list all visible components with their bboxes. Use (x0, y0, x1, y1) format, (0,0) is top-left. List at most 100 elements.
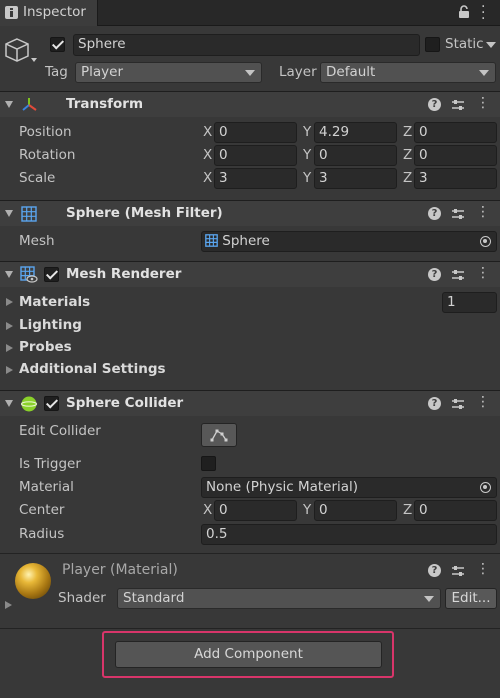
add-component-button[interactable]: Add Component (115, 641, 382, 668)
position-y-field[interactable]: 4.29 (314, 122, 397, 143)
materials-label[interactable]: Materials (19, 294, 90, 310)
info-icon (5, 6, 18, 19)
lock-icon[interactable] (458, 5, 470, 19)
mesh-renderer-title: Mesh Renderer (66, 266, 182, 282)
help-icon[interactable]: ? (428, 268, 441, 281)
mesh-grid-icon (205, 234, 218, 247)
rotation-x-field[interactable]: 0 (214, 145, 297, 166)
rotation-y-field[interactable]: 0 (314, 145, 397, 166)
axis-x-label: X (203, 502, 213, 518)
chevron-down-icon (424, 596, 434, 602)
presets-sliders-icon[interactable] (451, 98, 465, 112)
gameobject-active-checkbox[interactable] (50, 37, 65, 52)
position-label: Position (19, 124, 72, 140)
probes-label[interactable]: Probes (19, 339, 72, 355)
static-dropdown-icon[interactable] (486, 42, 496, 48)
rotation-z-field[interactable]: 0 (414, 145, 497, 166)
transform-header[interactable]: Transform ? ⋮ (0, 91, 500, 117)
axis-y-label: Y (303, 147, 312, 163)
edit-shader-button[interactable]: Edit... (445, 588, 497, 609)
foldout-arrow-icon[interactable] (6, 322, 13, 330)
mesh-filter-header[interactable]: Sphere (Mesh Filter) ? ⋮ (0, 200, 500, 226)
shader-value: Standard (123, 590, 185, 606)
header-icons: ? ⋮ (428, 266, 490, 284)
physic-material-field[interactable]: None (Physic Material) (201, 477, 497, 498)
radius-field[interactable]: 0.5 (201, 524, 497, 545)
static-checkbox[interactable] (425, 37, 440, 52)
position-x-field[interactable]: 0 (214, 122, 297, 143)
sphere-collider-enabled-checkbox[interactable] (44, 396, 59, 411)
kebab-menu-icon[interactable]: ⋮ (476, 562, 490, 576)
axis-z-label: Z (403, 124, 413, 140)
center-z-field[interactable]: 0 (414, 500, 497, 521)
tag-dropdown[interactable]: Player (75, 62, 262, 83)
help-icon[interactable]: ? (428, 207, 441, 220)
tag-value: Player (81, 64, 124, 80)
foldout-arrow-icon[interactable] (5, 101, 13, 108)
sphere-collider-header[interactable]: Sphere Collider ? ⋮ (0, 390, 500, 416)
mesh-object-field[interactable]: Sphere (201, 231, 497, 252)
gameobject-cube-icon (5, 38, 37, 62)
presets-sliders-icon[interactable] (451, 564, 465, 578)
foldout-arrow-icon[interactable] (5, 400, 13, 407)
object-picker-icon[interactable] (480, 482, 491, 493)
foldout-arrow-icon[interactable] (6, 366, 13, 374)
gameobject-name-field[interactable]: Sphere (73, 34, 420, 56)
material-separator (0, 553, 500, 554)
header-icons: ? ⋮ (428, 205, 490, 223)
edit-collider-label: Edit Collider (19, 423, 101, 439)
kebab-menu-icon[interactable]: ⋮ (476, 96, 490, 110)
presets-sliders-icon[interactable] (451, 397, 465, 411)
chevron-down-icon (245, 70, 255, 76)
kebab-menu-icon[interactable]: ⋮ (476, 205, 490, 219)
kebab-menu-icon[interactable]: ⋮ (476, 395, 490, 409)
mesh-filter-title: Sphere (Mesh Filter) (66, 205, 223, 221)
edit-collider-button[interactable] (201, 423, 237, 447)
foldout-arrow-icon[interactable] (5, 601, 12, 609)
help-icon[interactable]: ? (428, 397, 441, 410)
object-picker-icon[interactable] (480, 236, 491, 247)
position-z-field[interactable]: 0 (414, 122, 497, 143)
shader-dropdown[interactable]: Standard (117, 588, 441, 609)
presets-sliders-icon[interactable] (451, 268, 465, 282)
layer-label: Layer (279, 64, 317, 80)
axis-x-label: X (203, 124, 213, 140)
mesh-grid-icon (21, 206, 37, 222)
transform-icon (22, 98, 37, 111)
layer-dropdown[interactable]: Default (320, 62, 496, 83)
tab-inspector[interactable]: Inspector (0, 0, 98, 26)
material-preview-icon (15, 563, 51, 599)
presets-sliders-icon[interactable] (451, 207, 465, 221)
materials-count-field[interactable]: 1 (442, 292, 497, 313)
scale-x-field[interactable]: 3 (214, 168, 297, 189)
help-icon[interactable]: ? (428, 98, 441, 111)
foldout-arrow-icon[interactable] (5, 271, 13, 278)
axis-z-label: Z (403, 170, 413, 186)
bottom-separator (0, 628, 500, 629)
is-trigger-label: Is Trigger (19, 456, 81, 472)
axis-z-label: Z (403, 502, 413, 518)
center-y-field[interactable]: 0 (314, 500, 397, 521)
is-trigger-checkbox[interactable] (201, 456, 216, 471)
kebab-menu-icon[interactable]: · · · (481, 0, 485, 26)
scale-y-field[interactable]: 3 (314, 168, 397, 189)
header-icons: ? ⋮ (428, 395, 490, 413)
kebab-menu-icon[interactable]: ⋮ (476, 266, 490, 280)
tag-label: Tag (45, 64, 68, 80)
transform-title: Transform (66, 96, 144, 112)
help-icon[interactable]: ? (428, 564, 441, 577)
foldout-arrow-icon[interactable] (6, 298, 13, 306)
lighting-label[interactable]: Lighting (19, 317, 82, 333)
center-x-field[interactable]: 0 (214, 500, 297, 521)
scale-z-field[interactable]: 3 (414, 168, 497, 189)
mesh-renderer-enabled-checkbox[interactable] (44, 267, 59, 282)
static-label: Static (445, 36, 484, 52)
foldout-arrow-icon[interactable] (6, 344, 13, 352)
axis-y-label: Y (303, 170, 312, 186)
sphere-collider-title: Sphere Collider (66, 395, 184, 411)
additional-settings-label[interactable]: Additional Settings (19, 361, 166, 377)
center-label: Center (19, 502, 65, 518)
foldout-arrow-icon[interactable] (5, 210, 13, 217)
mesh-renderer-header[interactable]: Mesh Renderer ? ⋮ (0, 261, 500, 287)
axis-x-label: X (203, 147, 213, 163)
